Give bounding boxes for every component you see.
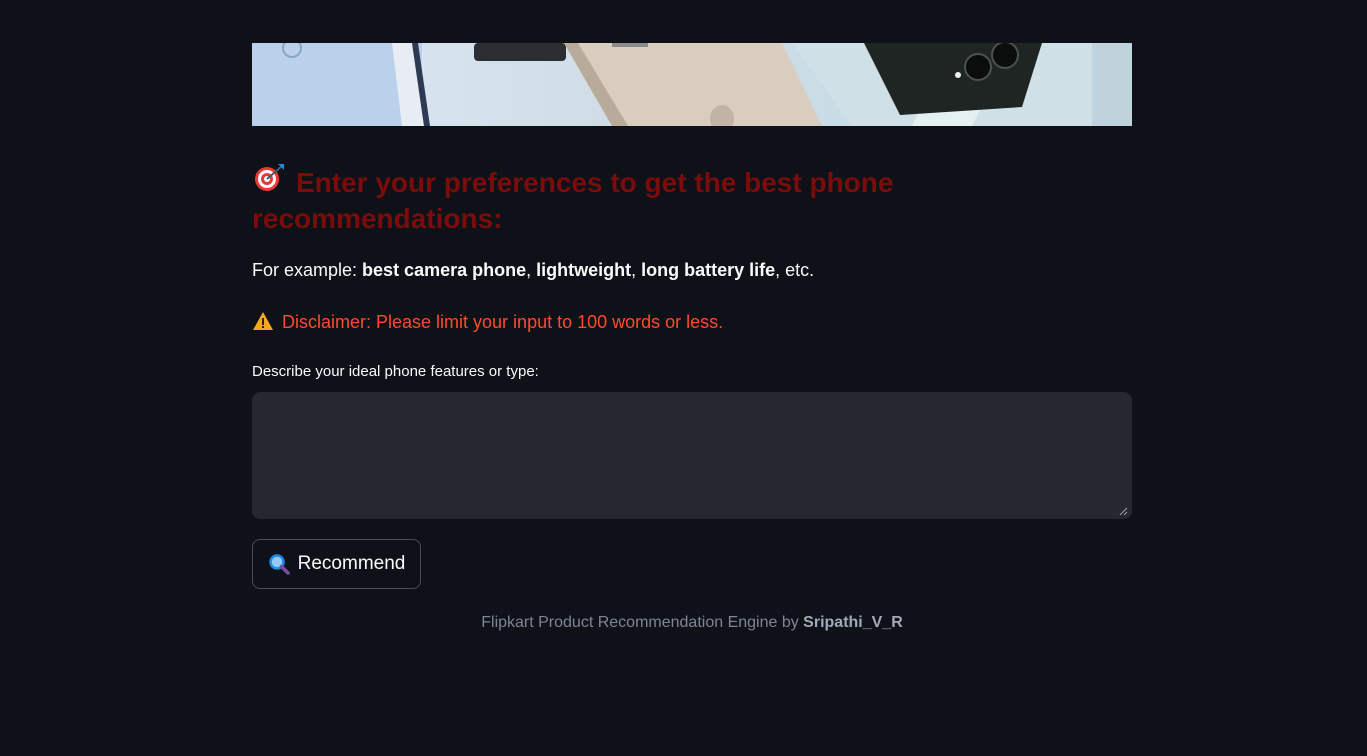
- footer: Flipkart Product Recommendation Engine b…: [252, 612, 1132, 634]
- magnifier-icon: [268, 553, 290, 575]
- recommend-button-label: Recommend: [297, 553, 406, 574]
- target-icon: [252, 162, 286, 201]
- footer-author: Sripathi_V_R: [803, 614, 903, 631]
- example-item: lightweight: [536, 260, 632, 280]
- example-suffix: , etc.: [775, 260, 815, 280]
- example-prefix: For example:: [252, 260, 363, 280]
- warning-icon: [252, 310, 274, 334]
- phone-features-label: Describe your ideal phone features or ty…: [252, 363, 539, 380]
- example-text: For example: best camera phone, lightwei…: [252, 260, 815, 280]
- footer-text: Flipkart Product Recommendation Engine b…: [481, 614, 804, 631]
- page-heading: Enter your preferences to get the best p…: [252, 162, 952, 237]
- phone-features-input[interactable]: [252, 392, 1132, 519]
- recommend-button[interactable]: Recommend: [252, 539, 421, 589]
- banner-image: [252, 43, 1132, 126]
- phones-banner-illustration: [252, 43, 1132, 126]
- example-item: best camera phone: [362, 260, 527, 280]
- heading-text: Enter your preferences to get the best p…: [252, 167, 894, 234]
- disclaimer: Disclaimer: Please limit your input to 1…: [252, 310, 723, 334]
- disclaimer-text: Disclaimer: Please limit your input to 1…: [282, 312, 724, 332]
- example-item: long battery life: [641, 260, 776, 280]
- resize-handle-icon[interactable]: [1118, 506, 1128, 516]
